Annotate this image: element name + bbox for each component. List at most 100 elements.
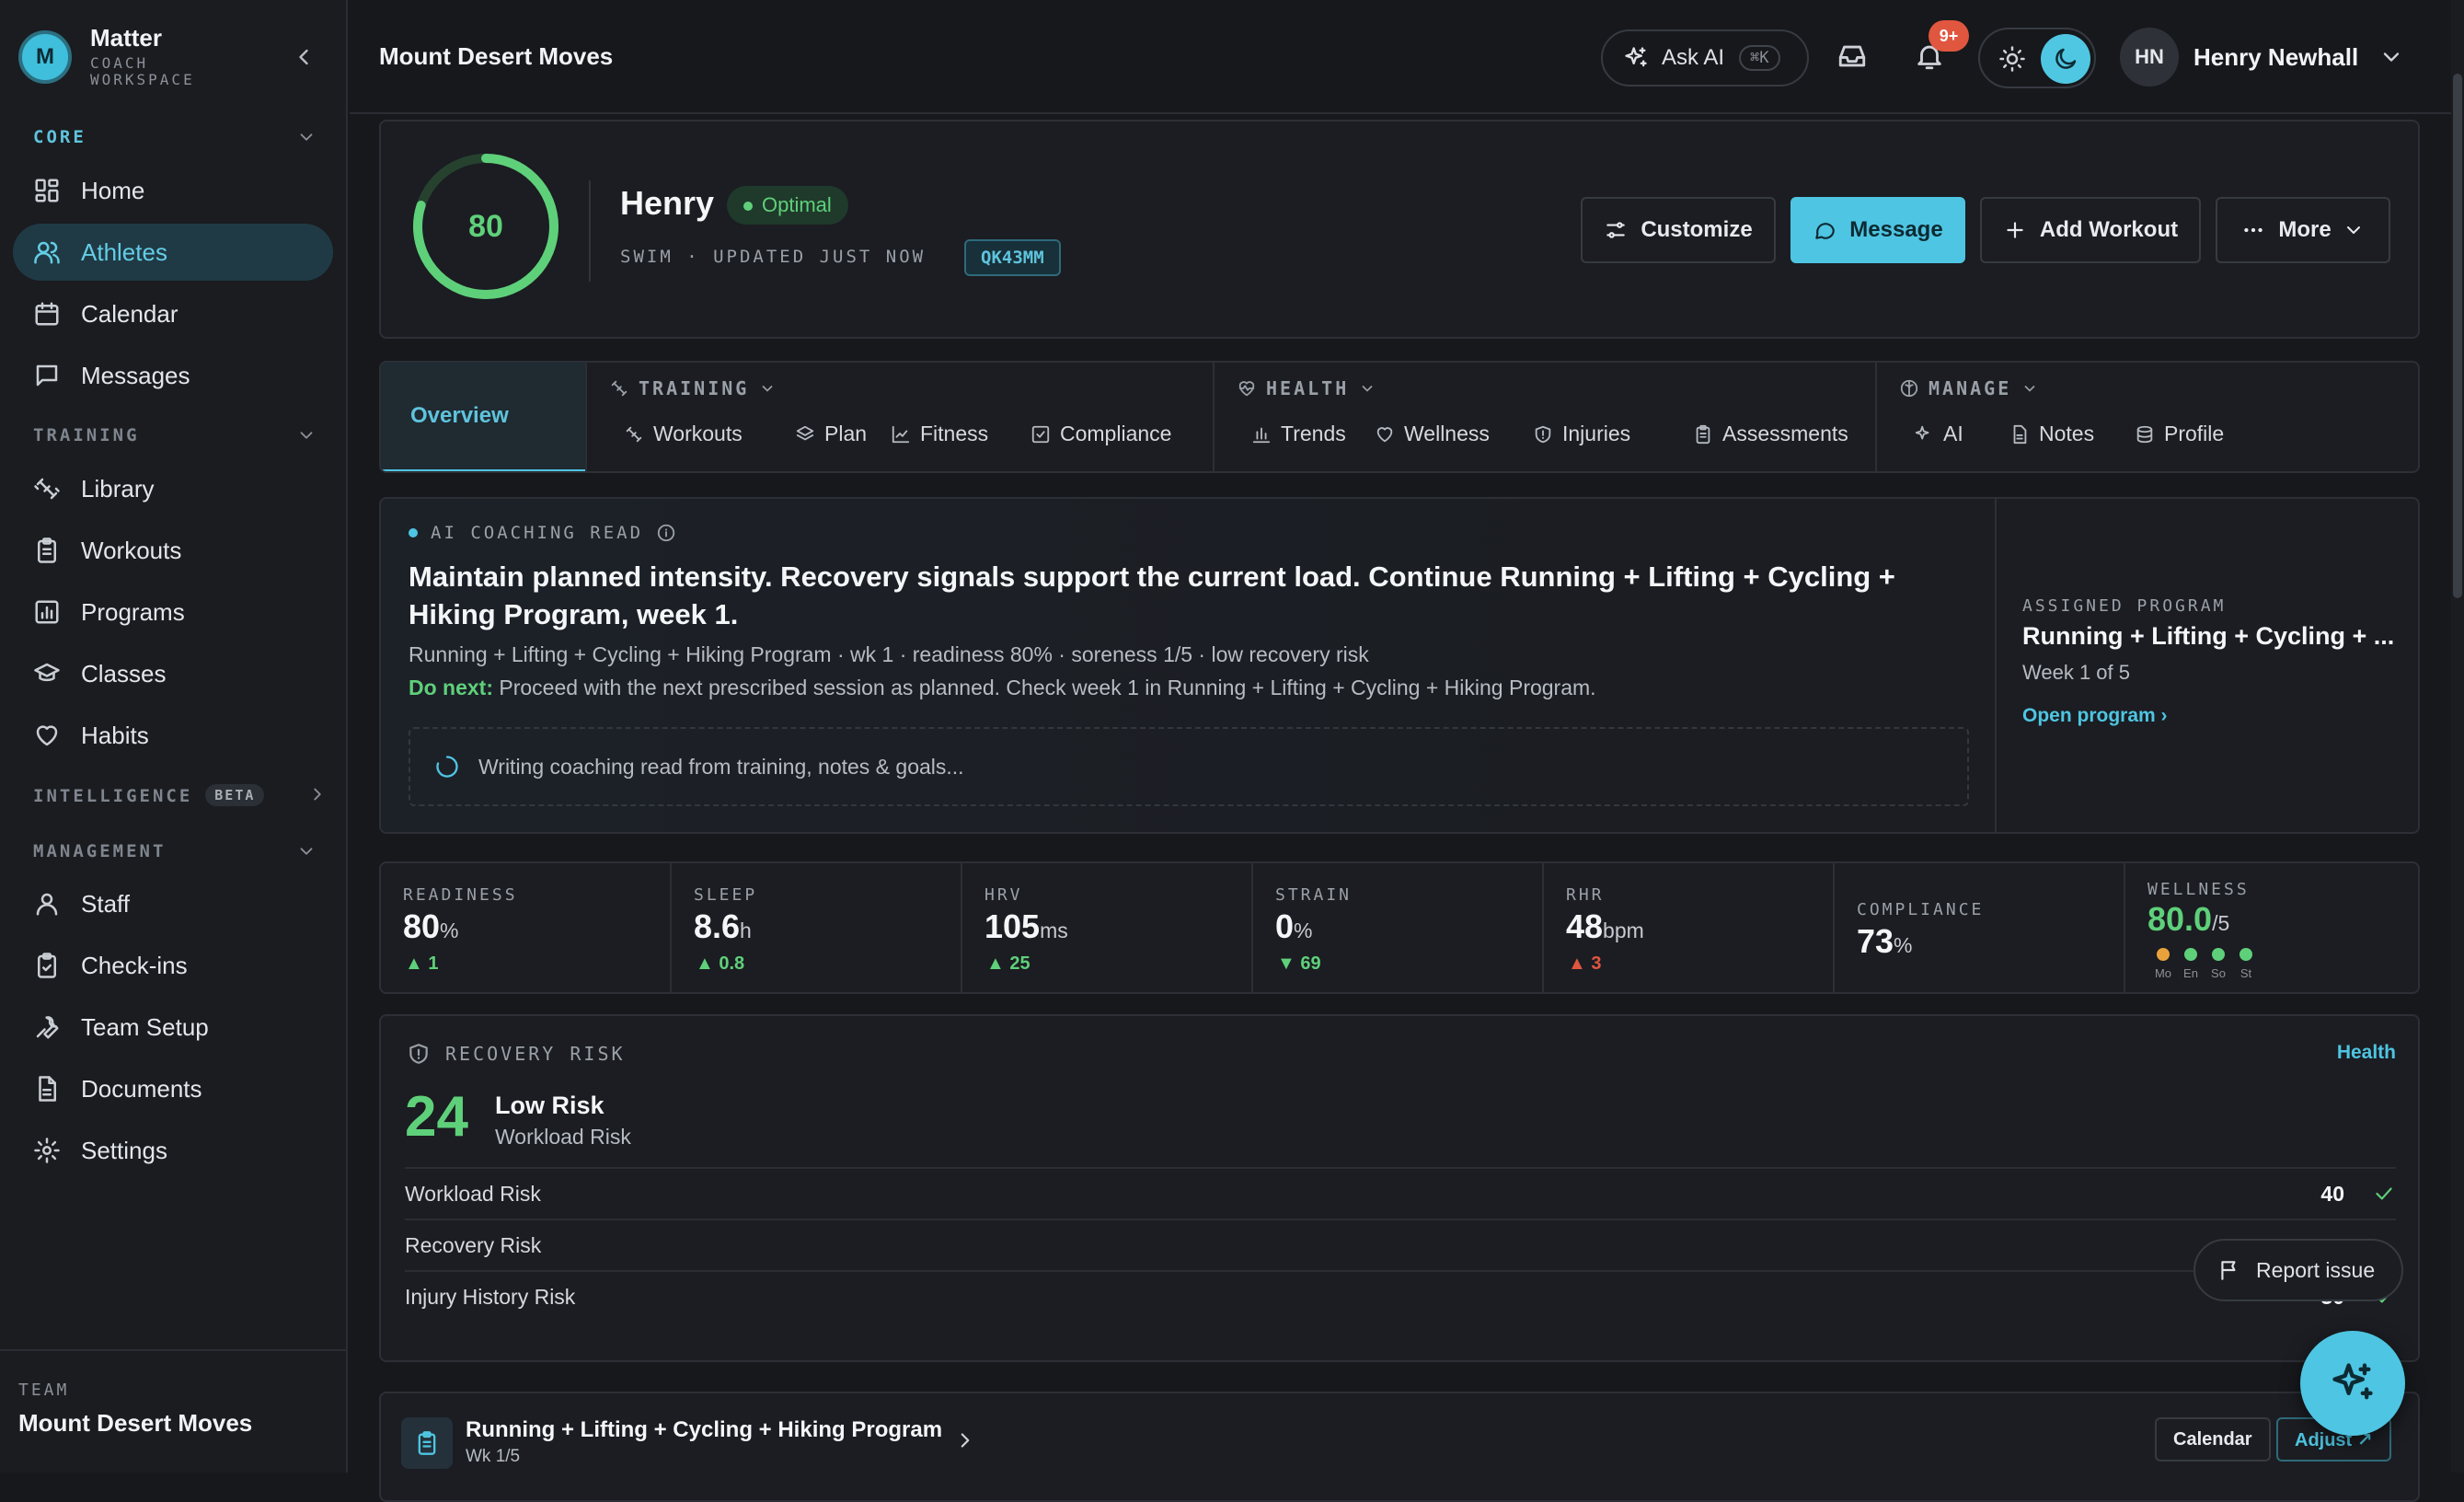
metric-value: 8.6h [694, 907, 752, 945]
chevron-down-icon [2024, 385, 2035, 392]
sidebar-item-habits[interactable]: Habits [13, 707, 333, 764]
section-management[interactable]: MANAGEMENT [33, 841, 166, 861]
athlete-code[interactable]: QK43MM [964, 239, 1061, 276]
sidebar-item-calendar[interactable]: Calendar [13, 285, 333, 342]
risk-score: 24 [405, 1085, 468, 1149]
sidebar-item-label: Team Setup [81, 1012, 209, 1041]
metric-rhr[interactable]: RHR 48bpm ▲ 3 [1544, 863, 1835, 992]
health-menu[interactable]: HEALTH [1237, 377, 1386, 399]
sparkles-icon [1915, 425, 1929, 439]
metric-label: RHR [1566, 885, 1605, 905]
report-issue-label: Report issue [2256, 1257, 2376, 1282]
scrollbar-thumb[interactable] [2453, 74, 2462, 598]
tab-plan[interactable]: Plan [795, 422, 867, 446]
report-issue-button[interactable]: Report issue [2193, 1239, 2403, 1301]
sidebar-item-library[interactable]: Library [13, 460, 333, 517]
message-button[interactable]: Message [1790, 197, 1965, 263]
calendar-button[interactable]: Calendar [2155, 1417, 2271, 1462]
team-switcher[interactable]: TEAM Mount Desert Moves [0, 1349, 348, 1473]
program-row[interactable]: Running + Lifting + Cycling + Hiking Pro… [379, 1392, 2420, 1502]
sidebar-item-team-setup[interactable]: Team Setup [13, 999, 333, 1056]
inbox-icon[interactable] [1836, 40, 1868, 72]
ellipsis-icon [2244, 227, 2263, 233]
tab-notes[interactable]: Notes [2009, 422, 2094, 446]
metric-wellness[interactable]: WELLNESS 80.0/5 Mo En So St [2125, 863, 2418, 992]
tab-assessments[interactable]: Assessments [1693, 422, 1848, 446]
sidebar-item-check-ins[interactable]: Check-ins [13, 937, 333, 994]
sidebar-item-workouts[interactable]: Workouts [13, 522, 333, 579]
chevron-down-icon[interactable] [296, 425, 317, 445]
risk-row-recovery: Recovery Risk [405, 1219, 2396, 1270]
sidebar-item-label: Habits [81, 721, 149, 749]
ai-assistant-button[interactable] [2300, 1331, 2405, 1436]
dumbbell-icon [34, 478, 60, 500]
chevron-down-icon[interactable] [296, 127, 317, 147]
document-icon [39, 1076, 56, 1102]
ask-ai-button[interactable]: Ask AI ⌘K [1601, 29, 1809, 87]
metric-label: READINESS [403, 885, 518, 905]
section-training[interactable]: TRAINING [33, 425, 140, 445]
tab-wellness[interactable]: Wellness [1375, 422, 1490, 446]
moon-icon[interactable] [2041, 34, 2090, 84]
sidebar-item-label: Staff [81, 889, 131, 918]
add-workout-button[interactable]: Add Workout [1980, 197, 2201, 263]
sparkles-icon [1625, 47, 1647, 67]
tab-workouts[interactable]: Workouts [624, 422, 743, 446]
info-icon[interactable] [656, 523, 676, 543]
open-program-link[interactable]: Open program › [2022, 705, 2168, 727]
section-intelligence[interactable]: INTELLIGENCE BETA [33, 784, 265, 806]
metric-strain[interactable]: STRAIN 0% ▼ 69 [1253, 863, 1544, 992]
manage-menu[interactable]: MANAGE [1899, 377, 2048, 399]
sidebar-item-classes[interactable]: Classes [13, 645, 333, 702]
tab-injuries[interactable]: Injuries [1533, 422, 1630, 446]
sidebar-item-athletes[interactable]: Athletes [13, 224, 333, 281]
wellness-dots: Mo En So St [2149, 948, 2260, 980]
metric-readiness[interactable]: READINESS 80% ▲ 1 [381, 863, 672, 992]
sidebar-item-staff[interactable]: Staff [13, 875, 333, 932]
user-icon [36, 893, 58, 916]
sun-icon[interactable] [1998, 45, 2026, 73]
metric-label: SLEEP [694, 885, 758, 905]
metric-sleep[interactable]: SLEEP 8.6h ▲ 0.8 [672, 863, 962, 992]
message-icon [1815, 223, 1836, 239]
assigned-program-name: Running + Lifting + Cycling + ... [2022, 622, 2395, 650]
chevron-right-icon[interactable] [953, 1428, 977, 1452]
users-icon [34, 241, 60, 264]
divider [589, 180, 591, 282]
user-menu[interactable]: HN Henry Newhall [2120, 28, 2404, 87]
metric-delta: ▲ 3 [1568, 953, 1602, 974]
chevron-down-icon [2384, 52, 2400, 62]
sidebar-item-documents[interactable]: Documents [13, 1060, 333, 1117]
tab-profile[interactable]: Profile [2135, 422, 2224, 446]
sidebar-item-settings[interactable]: Settings [13, 1122, 333, 1179]
add-workout-label: Add Workout [2039, 217, 2179, 242]
chevron-down-icon[interactable] [296, 841, 317, 861]
tab-overview[interactable]: Overview [381, 363, 585, 471]
risk-row-injury-history: Injury History Risk 30 [405, 1270, 2396, 1322]
tab-compliance[interactable]: Compliance [1031, 422, 1171, 446]
metric-compliance[interactable]: COMPLIANCE 73% [1835, 863, 2125, 992]
tab-trends[interactable]: Trends [1251, 422, 1346, 446]
sidebar-item-home[interactable]: Home [13, 162, 333, 219]
plus-icon [2007, 222, 2023, 238]
sidebar-item-messages[interactable]: Messages [13, 347, 333, 404]
assigned-program-week: Week 1 of 5 [2022, 661, 2130, 684]
collapse-sidebar-icon[interactable] [291, 44, 317, 70]
more-label: More [2278, 217, 2332, 242]
team-label: TEAM [18, 1381, 70, 1400]
customize-button[interactable]: Customize [1581, 197, 1776, 263]
sidebar-item-programs[interactable]: Programs [13, 583, 333, 641]
tab-ai[interactable]: AI [1914, 422, 1963, 446]
training-menu[interactable]: TRAINING [609, 377, 786, 399]
flag-icon [2221, 1261, 2236, 1280]
line-chart-icon [892, 425, 910, 443]
theme-toggle[interactable] [1978, 28, 2096, 88]
tab-fitness[interactable]: Fitness [891, 422, 988, 446]
health-link[interactable]: Health [2337, 1042, 2396, 1064]
chevron-right-icon[interactable] [307, 784, 328, 804]
section-core[interactable]: CORE [33, 127, 86, 147]
sidebar-item-label: Classes [81, 659, 167, 687]
brand[interactable]: M Matter COACH WORKSPACE [18, 26, 195, 88]
metric-hrv[interactable]: HRV 105ms ▲ 25 [962, 863, 1253, 992]
more-button[interactable]: More [2216, 197, 2390, 263]
